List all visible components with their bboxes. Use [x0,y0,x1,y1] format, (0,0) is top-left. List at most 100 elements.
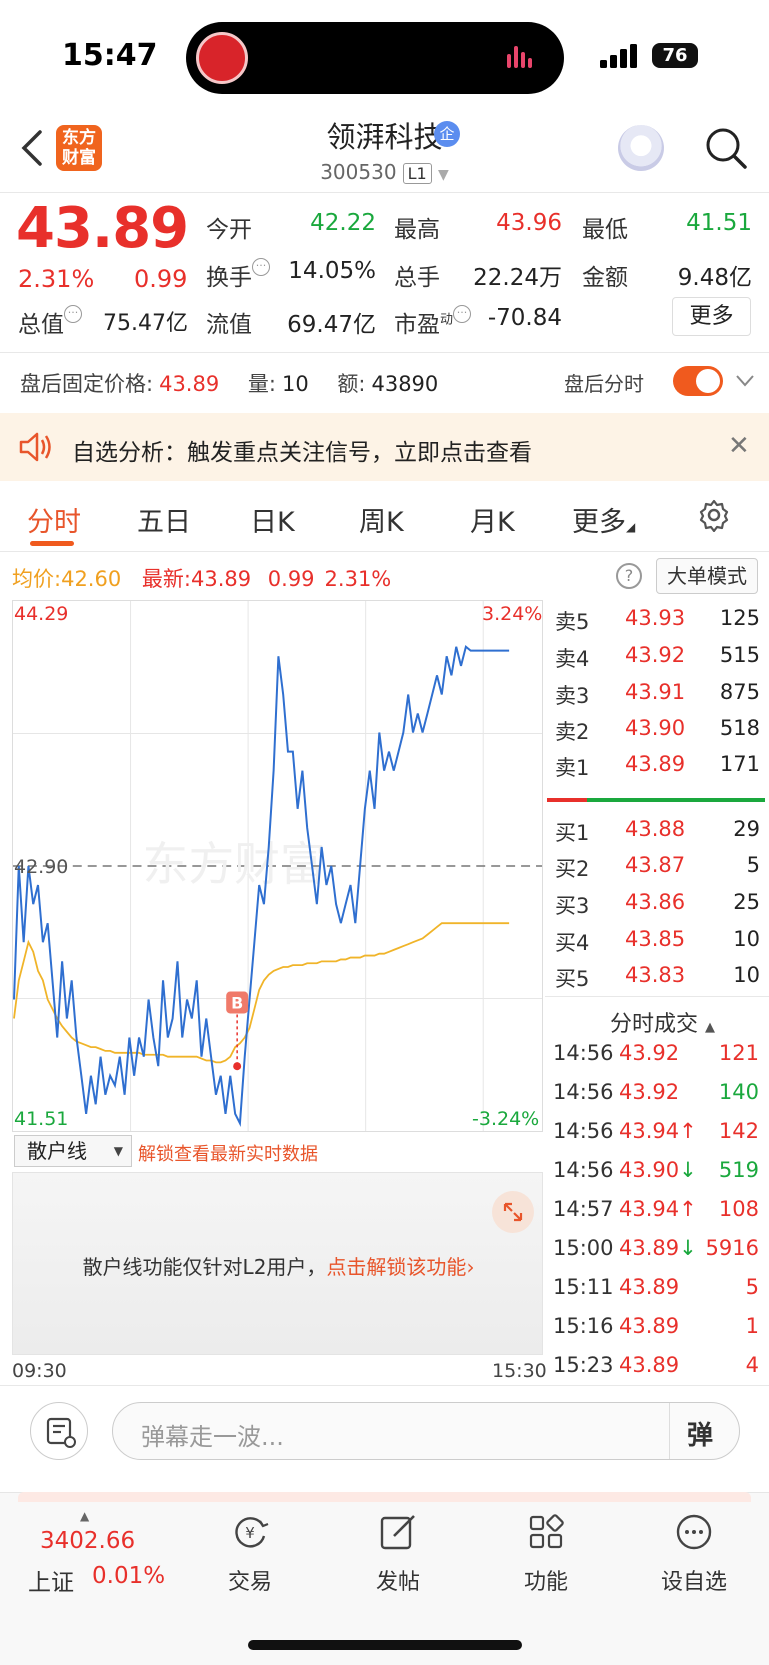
trade-time: 14:56 [553,1041,614,1065]
gear-icon[interactable] [697,498,731,532]
tab-daily-k[interactable]: 日K [250,500,295,539]
retail-line-select[interactable]: 散户线 ▼ [14,1135,132,1167]
index-name[interactable]: 上证 [28,1563,74,1597]
buy-row[interactable]: 买3 43.86 25 [555,890,760,926]
trade-time: 14:56 [553,1158,614,1182]
low-value: 41.51 [686,210,752,236]
help-icon[interactable]: ? [616,563,642,589]
buy-volume: 10 [733,927,760,951]
buy-level-label: 买5 [555,967,590,991]
expand-icon[interactable] [492,1191,534,1233]
trade-price: 43.92 [619,1080,680,1104]
sell-row[interactable]: 卖1 43.89 171 [555,752,760,788]
float-value: 69.47亿 [287,312,376,338]
y-axis-max-pct: 3.24% [482,603,543,625]
x-axis-end: 15:30 [492,1360,547,1382]
comment-list-icon[interactable] [30,1402,88,1460]
x-axis-start: 09:30 [12,1360,67,1382]
enterprise-badge-icon: 企 [434,121,460,147]
tab-weekly-k[interactable]: 周K [359,500,404,539]
y-axis-max: 44.29 [14,603,69,625]
yen-exchange-icon: ¥ [235,1517,269,1548]
trade-price: 43.90↓ [619,1158,697,1182]
divider [669,1403,670,1459]
big-order-mode-button[interactable]: 大单模式 [656,558,758,594]
buy-level-label: 买2 [555,857,590,881]
info-dots-icon[interactable]: ··· [453,305,472,323]
nav-functions[interactable]: 功能 [496,1512,596,1596]
tab-monthly-k[interactable]: 月K [470,500,515,539]
chevron-down-icon[interactable] [735,374,755,388]
buy-price: 43.88 [625,817,686,841]
trade-row: 15:16 43.89 1 [553,1314,759,1352]
info-dots-icon[interactable]: ··· [64,305,82,323]
buy-volume: 10 [733,963,760,987]
unlock-feature-link[interactable]: 点击解锁该功能 [326,1255,466,1279]
watermark: 东方财富 [143,837,326,891]
tab-more[interactable]: 更多◢ [572,500,635,539]
search-icon[interactable] [704,126,748,170]
trade-volume: 5 [745,1275,759,1299]
sell-row[interactable]: 卖3 43.91 875 [555,680,760,716]
buy-row[interactable]: 买2 43.87 5 [555,853,760,889]
toggle-knob [696,369,720,393]
speaker-icon [19,432,51,462]
buy-row[interactable]: 买4 43.85 10 [555,927,760,963]
trade-time: 14:57 [553,1197,614,1221]
index-value[interactable]: 3402.66 [40,1528,135,1554]
amount-label: 金额 [582,265,628,291]
buy-volume: 5 [746,853,760,877]
trades-title[interactable]: 分时成交 ▲ [610,1006,715,1038]
dynamic-island [186,22,564,94]
nav-trade[interactable]: ¥ 交易 [200,1512,300,1596]
buy-row[interactable]: 买1 43.88 29 [555,817,760,853]
open-value: 42.22 [310,210,376,236]
audio-bars-icon [507,46,532,68]
tab-five-day[interactable]: 五日 [137,500,191,539]
buy-row[interactable]: 买5 43.83 10 [555,963,760,999]
trade-row: 14:56 43.92 121 [553,1041,759,1079]
info-dots-icon[interactable]: ··· [252,258,270,276]
sell-row[interactable]: 卖4 43.92 515 [555,643,760,679]
home-indicator [248,1640,522,1650]
trade-row: 15:11 43.89 5 [553,1275,759,1313]
assistant-robot-icon[interactable] [618,125,664,171]
trade-time: 15:00 [553,1236,614,1260]
tab-intraday[interactable]: 分时 [27,500,81,539]
current-price: 43.89 [16,196,189,261]
index-change-pct[interactable]: 0.01% [92,1563,165,1589]
divider [545,996,769,997]
more-quote-button[interactable]: 更多 [672,297,751,336]
volume-label: 总手 [394,265,440,291]
caret-up-icon[interactable]: ▲ [80,1509,89,1523]
svg-text:¥: ¥ [245,1524,255,1542]
divider [0,1385,769,1386]
sell-row[interactable]: 卖5 43.93 125 [555,606,760,642]
after-hours-row: 盘后固定价格: 43.89 量: 10 额: 43890 [20,372,439,396]
after-hours-toggle[interactable] [673,366,723,396]
sell-level-label: 卖5 [555,610,590,634]
close-icon[interactable]: ✕ [728,431,750,461]
danmaku-input[interactable]: 弹幕走一波... 弹 [112,1402,740,1460]
nav-add-watchlist[interactable]: 设自选 [644,1512,744,1596]
mktcap-label: 总值 ··· [18,305,82,339]
intraday-chart[interactable]: 东方财富 B [12,600,543,1132]
nav-add-watchlist-label: 设自选 [660,1570,727,1595]
trade-price: 43.89 [619,1314,680,1338]
sell-row[interactable]: 卖2 43.90 518 [555,716,760,752]
unlock-data-link[interactable]: 解锁查看最新实时数据 [138,1140,318,1166]
pe-label: 市盈动 ··· [394,305,472,339]
divider [0,352,769,353]
trade-price: 43.89 [619,1353,680,1377]
promo-banner[interactable]: 自选分析：触发重点关注信号，立即点击查看 ✕ [0,413,769,481]
after-hours-toggle-label: 盘后分时 [564,372,644,396]
bottom-strip [18,1492,751,1502]
nav-post[interactable]: 发帖 [348,1512,448,1596]
buy-price: 43.85 [625,927,686,951]
trade-volume: 142 [718,1119,759,1143]
danmaku-toggle-icon[interactable]: 弹 [687,1415,713,1452]
battery-icon: 76 [652,43,698,68]
promo-text: 自选分析：触发重点关注信号，立即点击查看 [72,440,532,466]
turnover-label: 换手 ··· [206,258,270,292]
retail-line-panel: 散户线功能仅针对L2用户，点击解锁该功能› [12,1172,543,1355]
